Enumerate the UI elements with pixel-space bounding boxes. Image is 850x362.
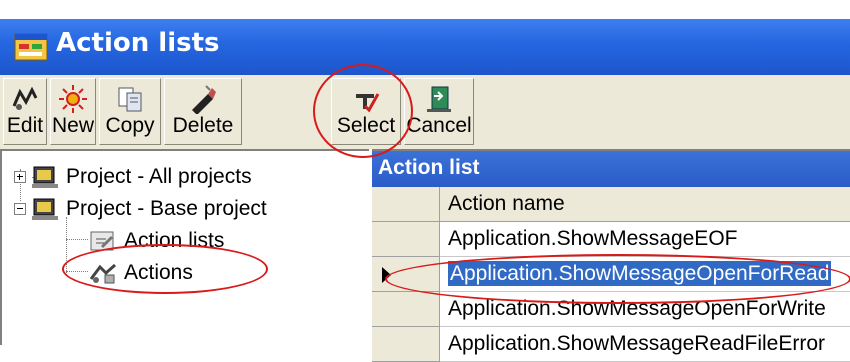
- tree-line: [66, 217, 67, 275]
- tree-node-all-projects[interactable]: Project - All projects: [14, 161, 252, 193]
- project-icon: [32, 198, 58, 220]
- action-name-cell[interactable]: Application.ShowMessageOpenForWrite: [440, 292, 850, 327]
- row-header: [372, 187, 440, 222]
- action-name-cell[interactable]: Application.ShowMessageOpenForRead: [440, 257, 850, 292]
- select-button[interactable]: Select: [331, 78, 401, 145]
- tree-line: [66, 271, 88, 272]
- tree-node-base-project[interactable]: Project - Base project: [14, 193, 267, 225]
- collapse-icon[interactable]: [14, 203, 26, 215]
- toolbar: Edit New Copy Delete Select Cancel: [0, 75, 850, 149]
- edit-label: Edit: [6, 114, 44, 137]
- row-header[interactable]: [372, 292, 440, 327]
- select-label: Select: [336, 114, 396, 137]
- cancel-label: Cancel: [406, 114, 472, 137]
- grid-title: Action list: [378, 156, 480, 179]
- exit-icon: [427, 86, 451, 112]
- action-lists-icon: [90, 231, 114, 251]
- tree-node-label: Action lists: [124, 229, 225, 252]
- project-icon: [32, 166, 58, 188]
- new-icon: [59, 85, 87, 113]
- new-label: New: [51, 114, 94, 137]
- window-title-bar[interactable]: Action lists: [0, 19, 850, 75]
- current-row-indicator-icon: [382, 267, 391, 283]
- copy-button[interactable]: Copy: [99, 78, 161, 145]
- delete-button[interactable]: Delete: [164, 78, 242, 145]
- delete-label: Delete: [172, 114, 234, 137]
- tree-line: [66, 239, 88, 240]
- edit-button[interactable]: Edit: [3, 78, 47, 145]
- new-button[interactable]: New: [50, 78, 96, 145]
- action-list-grid[interactable]: Action list Action name Application.Show…: [372, 149, 850, 362]
- copy-label: Copy: [105, 114, 155, 137]
- table-row[interactable]: Application.ShowMessageOpenForWrite: [372, 292, 850, 327]
- edit-icon: [12, 86, 38, 110]
- delete-icon: [192, 85, 216, 114]
- tree-node-actions[interactable]: Actions: [88, 257, 193, 289]
- actions-icon: [89, 263, 116, 284]
- action-name-cell[interactable]: Application.ShowMessageEOF: [440, 222, 850, 257]
- tree-node-label: Project - Base project: [66, 197, 267, 220]
- select-icon: [356, 93, 380, 113]
- project-tree[interactable]: Project - All projects Project - Base pr…: [0, 149, 369, 345]
- tree-node-label: Project - All projects: [66, 165, 252, 188]
- app-window-icon: [14, 33, 48, 61]
- selected-cell-text: Application.ShowMessageOpenForRead: [448, 261, 832, 286]
- tree-node-label: Actions: [124, 261, 193, 284]
- expand-icon[interactable]: [14, 171, 26, 183]
- row-header[interactable]: [372, 222, 440, 257]
- copy-icon: [118, 87, 142, 112]
- cancel-button[interactable]: Cancel: [404, 78, 474, 145]
- tree-node-action-lists[interactable]: Action lists: [88, 225, 224, 257]
- table-row[interactable]: Application.ShowMessageEOF: [372, 222, 850, 257]
- grid-header-row: Action name: [372, 187, 850, 222]
- table-row-selected[interactable]: Application.ShowMessageOpenForRead: [372, 257, 850, 292]
- window-title: Action lists: [56, 28, 220, 58]
- grid-title-bar: Action list: [372, 151, 850, 187]
- row-header[interactable]: [372, 257, 440, 292]
- column-header-action-name[interactable]: Action name: [440, 187, 850, 222]
